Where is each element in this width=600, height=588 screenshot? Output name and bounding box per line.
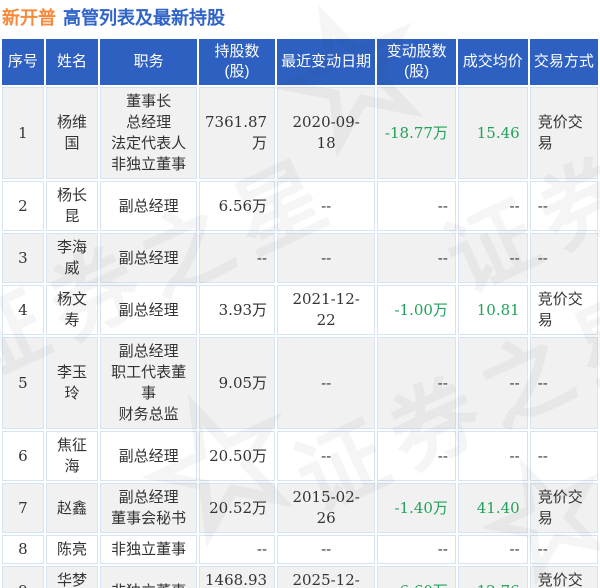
cell-shares: 20.50万: [199, 431, 276, 481]
cell-position: 副总经理: [100, 181, 198, 231]
table-row: 9华梦阳非独立董事1468.93万2025-12-08-6.60万12.76竞价…: [2, 566, 598, 588]
cell-shares: --: [199, 233, 276, 283]
cell-trade-method: 竞价交易: [529, 285, 598, 335]
cell-position: 副总经理: [100, 285, 198, 335]
cell-name: 杨文寿: [45, 285, 99, 335]
cell-change-shares: --: [377, 233, 456, 283]
cell-change-shares: -6.60万: [377, 566, 456, 588]
table-row: 7 赵鑫 副总经理 董事会秘书 20.52万 2015-02-26 -1.40万 41.40…: [2, 483, 598, 533]
cell-name: 李玉玲: [45, 337, 99, 429]
cell-shares: 3.93万: [199, 285, 276, 335]
executive-holdings-table: 序号 姓名 职务 持股数 (股) 最近变动日期 变动股数 (股) 成交均价 交易…: [0, 37, 600, 588]
table-row: 8 陈亮 非独立董事 -- -- -- -- --: [2, 535, 598, 564]
table-body: 1 杨维国 董事长 总经理 法定代表人 非独立董事 7361.87万 2020-09-1…: [2, 87, 598, 588]
cell-position: 副总经理: [100, 431, 198, 481]
cell-trade-method: 竞价交易: [529, 566, 598, 588]
table-row: 2 杨长昆 副总经理 6.56万 -- -- -- --: [2, 181, 598, 231]
column-header-name: 姓名: [45, 39, 99, 85]
column-header-no: 序号: [2, 39, 44, 85]
column-header-change-date: 最近变动日期: [277, 39, 376, 85]
cell-avg-price: 15.46: [457, 87, 528, 179]
cell-change-date: --: [277, 181, 376, 231]
cell-shares: 20.52万: [199, 483, 276, 533]
cell-shares: --: [199, 535, 276, 564]
table-row: 4 杨文寿 副总经理 3.93万 2021-12-22 -1.00万 10.81 竞价交易: [2, 285, 598, 335]
column-header-position: 职务: [100, 39, 198, 85]
cell-position: 非独立董事: [100, 566, 198, 588]
column-header-trade-method: 交易方式: [529, 39, 598, 85]
cell-avg-price: 41.40: [457, 483, 528, 533]
cell-avg-price: 12.76: [457, 566, 528, 588]
cell-avg-price: --: [457, 337, 528, 429]
cell-name: 华梦阳: [45, 566, 99, 588]
cell-position: 董事长 总经理 法定代表人 非独立董事: [100, 87, 198, 179]
cell-no: 6: [2, 431, 44, 481]
cell-name: 陈亮: [45, 535, 99, 564]
cell-change-date: 2021-12-22: [277, 285, 376, 335]
report-title: 高管列表及最新持股: [63, 8, 225, 28]
cell-change-date: 2015-02-26: [277, 483, 376, 533]
cell-change-date: 2020-09-18: [277, 87, 376, 179]
cell-name: 杨长昆: [45, 181, 99, 231]
cell-trade-method: --: [529, 181, 598, 231]
cell-no: 5: [2, 337, 44, 429]
cell-change-date: --: [277, 431, 376, 481]
executive-holdings-page: 新开普 高管列表及最新持股 序号 姓名 职务 持股数 (股) 最近变动日期 变动股…: [0, 0, 600, 588]
cell-no: 2: [2, 181, 44, 231]
cell-shares: 9.05万: [199, 337, 276, 429]
cell-change-date: --: [277, 233, 376, 283]
cell-change-shares: --: [377, 337, 456, 429]
page-title: 新开普 高管列表及最新持股: [2, 6, 600, 30]
cell-position: 副总经理 董事会秘书: [100, 483, 198, 533]
cell-no: 8: [2, 535, 44, 564]
cell-avg-price: --: [457, 431, 528, 481]
cell-change-date: --: [277, 337, 376, 429]
cell-trade-method: --: [529, 233, 598, 283]
cell-shares: 1468.93万: [199, 566, 276, 588]
cell-no: 9: [2, 566, 44, 588]
cell-name: 赵鑫: [45, 483, 99, 533]
column-header-avg-price: 成交均价: [457, 39, 528, 85]
cell-name: 焦征海: [45, 431, 99, 481]
cell-position: 副总经理 职工代表董事 财务总监: [100, 337, 198, 429]
column-header-shares: 持股数 (股): [199, 39, 276, 85]
column-header-change-shares: 变动股数 (股): [377, 39, 456, 85]
stock-name: 新开普: [2, 8, 56, 28]
cell-change-shares: -1.00万: [377, 285, 456, 335]
table-row: 5 李玉玲 副总经理 职工代表董事 财务总监 9.05万 -- -- -- --: [2, 337, 598, 429]
cell-trade-method: --: [529, 535, 598, 564]
cell-change-date: --: [277, 535, 376, 564]
cell-avg-price: --: [457, 535, 528, 564]
cell-shares: 6.56万: [199, 181, 276, 231]
cell-no: 4: [2, 285, 44, 335]
table-row: 3 李海威 副总经理 -- -- -- -- --: [2, 233, 598, 283]
cell-position: 副总经理: [100, 233, 198, 283]
table-row: 1 杨维国 董事长 总经理 法定代表人 非独立董事 7361.87万 2020-09-1…: [2, 87, 598, 179]
cell-no: 3: [2, 233, 44, 283]
cell-change-shares: --: [377, 535, 456, 564]
cell-change-shares: -18.77万: [377, 87, 456, 179]
cell-trade-method: 竞价交易: [529, 87, 598, 179]
cell-avg-price: 10.81: [457, 285, 528, 335]
table-row: 6 焦征海 副总经理 20.50万 -- -- -- --: [2, 431, 598, 481]
cell-avg-price: --: [457, 233, 528, 283]
cell-trade-method: 竞价交易: [529, 483, 598, 533]
cell-no: 1: [2, 87, 44, 179]
cell-change-date: 2025-12-08: [277, 566, 376, 588]
cell-trade-method: --: [529, 431, 598, 481]
cell-avg-price: --: [457, 181, 528, 231]
cell-change-shares: --: [377, 181, 456, 231]
cell-name: 李海威: [45, 233, 99, 283]
cell-no: 7: [2, 483, 44, 533]
cell-name: 杨维国: [45, 87, 99, 179]
cell-position: 非独立董事: [100, 535, 198, 564]
table-header: 序号 姓名 职务 持股数 (股) 最近变动日期 变动股数 (股) 成交均价 交易…: [2, 39, 598, 85]
cell-shares: 7361.87万: [199, 87, 276, 179]
cell-change-shares: --: [377, 431, 456, 481]
cell-change-shares: -1.40万: [377, 483, 456, 533]
cell-trade-method: --: [529, 337, 598, 429]
